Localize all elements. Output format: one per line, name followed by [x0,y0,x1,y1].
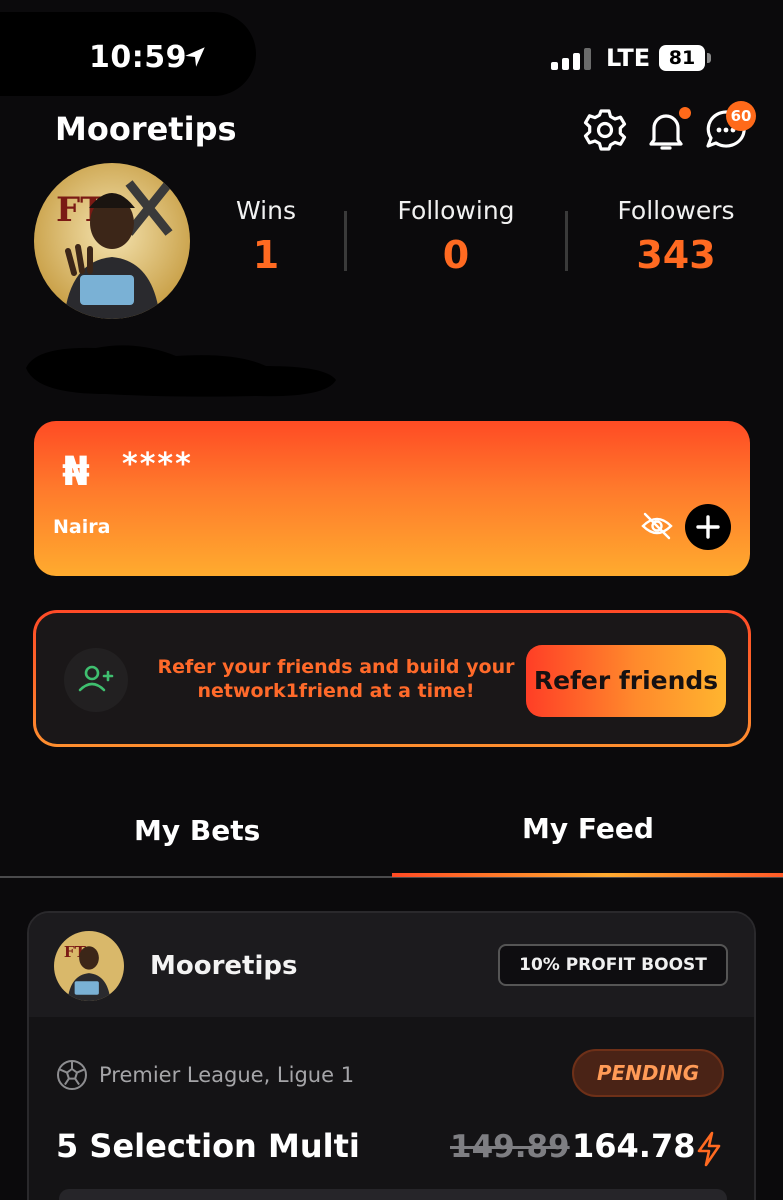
referral-card-inner: Refer your friends and build your networ… [36,613,748,744]
lightning-bolt-icon [697,1131,721,1167]
soccer-ball-icon [57,1060,87,1090]
status-bar: 10:59 LTE 81 [0,0,783,100]
status-time: 10:59 [89,40,187,75]
battery-level: 81 [659,45,705,71]
profile-username: Mooretips [55,110,237,148]
status-badge: PENDING [572,1049,724,1097]
feed-tabs: My Bets My Feed [0,790,783,880]
notification-dot [679,107,691,119]
stat-following-value: 0 [442,233,470,277]
referral-icon-circle [64,648,128,712]
stat-followers-label: Followers [617,196,735,225]
referral-card: Refer your friends and build your networ… [33,610,751,747]
stat-wins-value: 1 [252,233,280,277]
currency-name: Naira [53,516,111,538]
stat-followers[interactable]: Followers 343 [606,196,746,277]
profit-boost-badge: 10% PROFIT BOOST [498,944,728,986]
stat-wins-label: Wins [236,196,296,225]
stat-divider [344,211,347,271]
original-odds: 149.89 [450,1129,570,1165]
bet-card[interactable]: FT Mooretips 10% PROFIT BOOST Premier Le… [27,911,756,1200]
redacted-name [26,345,336,397]
bet-title: 5 Selection Multi [56,1127,360,1165]
boosted-odds: 164.78 [572,1127,696,1165]
bet-leagues: Premier League, Ligue 1 [99,1063,355,1087]
active-tab-indicator [392,873,783,877]
battery-icon: 81 [659,45,711,71]
tab-my-feed[interactable]: My Feed [522,812,654,845]
message-count-badge: 60 [726,101,756,131]
stat-following[interactable]: Following 0 [386,196,526,277]
battery-tip [707,53,711,63]
bet-username: Mooretips [150,951,298,981]
bet-user-avatar[interactable]: FT [54,931,124,1001]
refer-friends-button[interactable]: Refer friends [526,645,726,717]
bet-card-header: FT Mooretips 10% PROFIT BOOST [29,913,754,1017]
gear-icon[interactable] [581,106,629,154]
currency-symbol: ₦ [62,449,90,495]
tab-my-bets[interactable]: My Bets [134,814,260,847]
referral-text: Refer your friends and build your networ… [157,656,515,702]
eye-off-icon[interactable] [640,509,674,543]
network-label: LTE [606,44,651,72]
wallet-balance: **** [122,447,193,482]
location-arrow-icon [185,47,205,67]
wallet-card[interactable]: ₦ **** Naira [34,421,750,576]
signal-icon [551,48,591,70]
stat-followers-value: 343 [636,233,716,277]
add-user-icon [78,665,114,692]
stat-following-label: Following [397,196,515,225]
bet-selection-bar [59,1189,727,1200]
add-funds-button[interactable] [685,504,731,550]
plus-icon [696,515,720,539]
stat-wins[interactable]: Wins 1 [226,196,306,277]
profile-avatar[interactable]: FT [34,163,190,319]
stat-divider [565,211,568,271]
